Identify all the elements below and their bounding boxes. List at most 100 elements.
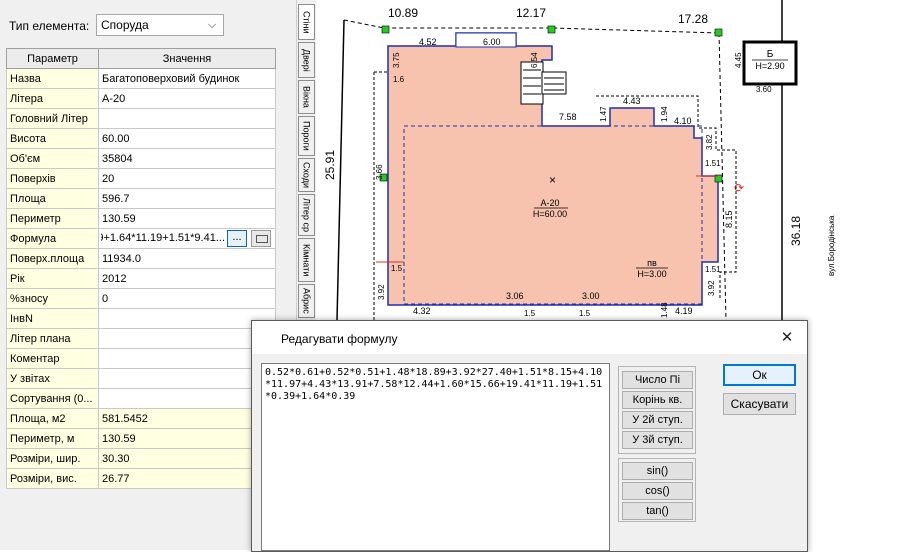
vertex-marker[interactable] [381,25,390,34]
formula-value-cell[interactable]: ...9.41*11.19+1.51*0.39+1.64*0.39 ... [98,228,276,249]
table-row[interactable]: Периметр, м 130.59 [6,428,276,449]
table-row[interactable]: Головний Літер [6,108,276,129]
dimension-label: 25.91 [323,150,337,180]
tab-stairs[interactable]: Сходи [298,158,315,192]
table-row[interactable]: Сортування (0... [6,388,276,409]
param-name: Площа, м2 [6,408,99,429]
building-height: Н=60.00 [533,209,567,219]
table-row[interactable]: ІнвN [6,308,276,329]
param-value[interactable] [98,108,276,129]
dimension-label: 1.6 [393,75,405,84]
table-row[interactable]: Площа, м2 581.5452 [6,408,276,429]
vertex-marker[interactable] [714,28,723,37]
param-value[interactable]: А-20 [98,88,276,109]
param-value[interactable]: Багатоповерховий будинок [98,68,276,89]
ok-button[interactable]: Ок [723,364,796,386]
param-value[interactable]: 0 [98,288,276,309]
table-row[interactable]: Поверх.площа 11934.0 [6,248,276,269]
table-row[interactable]: Літер плана [6,328,276,349]
param-value[interactable] [98,308,276,329]
table-row[interactable]: Формула ...9.41*11.19+1.51*0.39+1.64*0.3… [6,228,276,249]
tab-windows[interactable]: Вікна [298,80,315,114]
param-value[interactable]: 581.5452 [98,408,276,429]
param-name: %зносу [6,288,99,309]
tab-thresholds[interactable]: Пороги [298,116,315,156]
table-row[interactable]: Літера А-20 [6,88,276,109]
param-value[interactable]: 130.59 [98,428,276,449]
param-name: Висота [6,128,99,149]
dimension-label: 3.92 [707,280,716,296]
tab-label: Пороги [301,121,312,151]
column-header-parameter[interactable]: Параметр [6,48,99,69]
param-value[interactable]: 30.30 [98,448,276,469]
param-value[interactable]: 11934.0 [98,248,276,269]
param-value[interactable]: 130.59 [98,208,276,229]
param-value[interactable]: 60.00 [98,128,276,149]
dimension-label: 1.5 [579,309,591,318]
param-value[interactable] [98,328,276,349]
cube-button[interactable]: У 3й ступ. [622,431,693,449]
sin-button[interactable]: sin() [622,462,693,480]
param-value[interactable]: 35804 [98,148,276,169]
table-row[interactable]: Назва Багатоповерховий будинок [6,68,276,89]
tab-outline[interactable]: Абрис [298,284,315,318]
column-header-value[interactable]: Значення [98,48,276,69]
tab-walls[interactable]: Стіни [298,4,315,40]
dimension-label: 3.60 [756,85,772,94]
table-row[interactable]: У звітах [6,368,276,389]
param-value[interactable]: 2012 [98,268,276,289]
tab-label: Стіни [301,10,312,34]
vertex-marker[interactable] [547,25,556,34]
table-row[interactable]: Площа 596.7 [6,188,276,209]
param-value[interactable] [98,348,276,369]
pi-button[interactable]: Число Пі [622,371,693,389]
table-row[interactable]: Розміри, шир. 30.30 [6,448,276,469]
tab-doors[interactable]: Двері [298,42,315,78]
dimension-label: 12.17 [516,6,546,20]
formula-calculator-icon[interactable] [251,230,271,247]
tab-rooms[interactable]: Кімнати [298,238,315,282]
edit-formula-button[interactable]: ... [227,230,247,247]
formula-textarea[interactable]: 0.52*0.61+0.52*0.51+1.48*18.89+3.92*27.4… [261,363,610,551]
square-button[interactable]: У 2й ступ. [622,411,693,429]
outline-seg [374,46,389,73]
param-value[interactable]: 26.77 [98,468,276,489]
dimension-label: 17.28 [678,12,708,26]
table-row[interactable]: Розміри, вис. 26.77 [6,468,276,489]
dimension-label: 6.00 [483,37,501,47]
rotate-icon[interactable]: ⟳ [734,181,744,195]
table-row[interactable]: Поверхів 20 [6,168,276,189]
element-type-label: Тип елемента: [9,19,90,33]
cos-button[interactable]: cos() [622,482,693,500]
param-name: Периметр, м [6,428,99,449]
outbuilding-height: Н=2.90 [755,61,784,71]
table-row[interactable]: Рік 2012 [6,268,276,289]
dimension-label: 10.89 [388,6,418,20]
street-name: вул.Бородінська [827,215,836,276]
tan-button[interactable]: tan() [622,502,693,520]
param-value[interactable] [98,368,276,389]
table-row[interactable]: Периметр 130.59 [6,208,276,229]
param-name: Головний Літер [6,108,99,129]
basement-height: Н=3.00 [637,269,666,279]
table-row[interactable]: Коментар [6,348,276,369]
dialog-title: Редагувати формулу [281,332,398,346]
table-row[interactable]: Об'єм 35804 [6,148,276,169]
param-value[interactable]: 20 [98,168,276,189]
element-type-row: Тип елемента: Споруда ⌵ [0,0,296,48]
table-row[interactable]: Висота 60.00 [6,128,276,149]
dimension-label: 6.54 [530,52,539,68]
tab-liter[interactable]: Літер ср [298,194,315,236]
close-icon[interactable]: ✕ [775,327,799,349]
param-value[interactable] [98,388,276,409]
dimension-label: 1.51 [705,159,721,168]
center-cross-icon[interactable]: × [549,173,556,187]
dimension-label: 1.51 [705,265,721,274]
sqrt-button[interactable]: Корінь кв. [622,391,693,409]
table-row[interactable]: %зносу 0 [6,288,276,309]
dialog-titlebar[interactable]: Редагувати формулу ✕ [252,321,807,354]
param-value[interactable]: 596.7 [98,188,276,209]
cancel-button[interactable]: Скасувати [723,393,796,415]
dimension-label: 4.43 [623,96,641,106]
element-type-select[interactable]: Споруда ⌵ [96,14,224,36]
